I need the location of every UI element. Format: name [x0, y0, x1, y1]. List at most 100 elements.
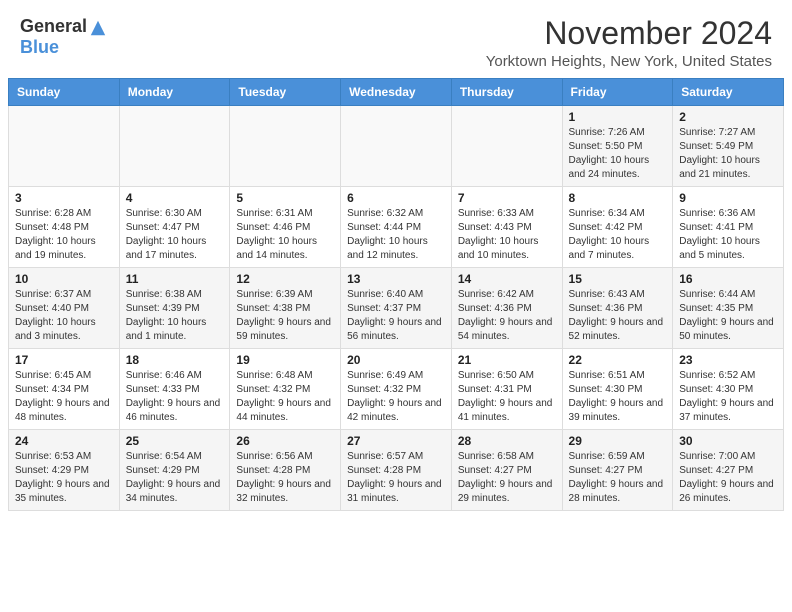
calendar-day-cell: 7Sunrise: 6:33 AMSunset: 4:43 PMDaylight…: [451, 187, 562, 268]
calendar-header-row: SundayMondayTuesdayWednesdayThursdayFrid…: [9, 79, 784, 106]
calendar-day-cell: 20 Sunrise: 6:49 AMSunset: 4:32 PMDayligh…: [341, 349, 452, 430]
day-number: 26: [236, 434, 334, 448]
day-number: 20: [347, 353, 445, 367]
calendar-table: SundayMondayTuesdayWednesdayThursdayFrid…: [8, 78, 784, 511]
day-info: Sunrise: 6:56 AMSunset: 4:28 PMDaylight:…: [236, 450, 334, 506]
calendar-day-cell: 28 Sunrise: 6:58 AMSunset: 4:27 PMDayligh…: [451, 430, 562, 511]
page-header: General Blue November 2024 Yorktown Heig…: [0, 0, 792, 78]
day-number: 28: [458, 434, 556, 448]
day-number: 11: [126, 272, 224, 286]
day-number: 4: [126, 191, 224, 205]
weekday-header-wednesday: Wednesday: [341, 79, 452, 106]
day-number: 29: [569, 434, 667, 448]
location-text: Yorktown Heights, New York, United State…: [486, 53, 772, 70]
day-info: Sunrise: 6:37 AMSunset: 4:40 PMDaylight:…: [15, 288, 113, 344]
calendar-day-cell: 14 Sunrise: 6:42 AMSunset: 4:36 PMDayligh…: [451, 268, 562, 349]
day-info: Sunrise: 6:51 AMSunset: 4:30 PMDaylight:…: [569, 369, 667, 425]
day-info: Sunrise: 6:43 AMSunset: 4:36 PMDaylight:…: [569, 288, 667, 344]
weekday-header-sunday: Sunday: [9, 79, 120, 106]
calendar-day-cell: 25 Sunrise: 6:54 AMSunset: 4:29 PMDayligh…: [119, 430, 230, 511]
calendar-day-cell: 3Sunrise: 6:28 AMSunset: 4:48 PMDaylight…: [9, 187, 120, 268]
day-number: 2: [679, 110, 777, 124]
logo: General Blue: [20, 16, 107, 58]
calendar-day-cell: 9 Sunrise: 6:36 AMSunset: 4:41 PMDaylight…: [673, 187, 784, 268]
day-number: 12: [236, 272, 334, 286]
day-info: Sunrise: 6:42 AMSunset: 4:36 PMDaylight:…: [458, 288, 556, 344]
day-info: Sunrise: 6:58 AMSunset: 4:27 PMDaylight:…: [458, 450, 556, 506]
calendar-day-cell: [119, 106, 230, 187]
day-number: 22: [569, 353, 667, 367]
day-info: Sunrise: 6:50 AMSunset: 4:31 PMDaylight:…: [458, 369, 556, 425]
calendar-day-cell: 17 Sunrise: 6:45 AMSunset: 4:34 PMDayligh…: [9, 349, 120, 430]
day-number: 24: [15, 434, 113, 448]
day-info: Sunrise: 6:54 AMSunset: 4:29 PMDaylight:…: [126, 450, 224, 506]
day-info: Sunrise: 6:45 AMSunset: 4:34 PMDaylight:…: [15, 369, 113, 425]
day-number: 10: [15, 272, 113, 286]
day-number: 3: [15, 191, 113, 205]
day-info: Sunrise: 6:34 AMSunset: 4:42 PMDaylight:…: [569, 207, 667, 263]
calendar-day-cell: 26 Sunrise: 6:56 AMSunset: 4:28 PMDayligh…: [230, 430, 341, 511]
day-info: Sunrise: 6:57 AMSunset: 4:28 PMDaylight:…: [347, 450, 445, 506]
day-info: Sunrise: 6:36 AMSunset: 4:41 PMDaylight:…: [679, 207, 777, 263]
day-info: Sunrise: 6:38 AMSunset: 4:39 PMDaylight:…: [126, 288, 224, 344]
weekday-header-monday: Monday: [119, 79, 230, 106]
calendar-day-cell: 21 Sunrise: 6:50 AMSunset: 4:31 PMDayligh…: [451, 349, 562, 430]
calendar-day-cell: 23Sunrise: 6:52 AMSunset: 4:30 PMDayligh…: [673, 349, 784, 430]
calendar-day-cell: 30 Sunrise: 7:00 AMSunset: 4:27 PMDayligh…: [673, 430, 784, 511]
weekday-header-tuesday: Tuesday: [230, 79, 341, 106]
day-info: Sunrise: 7:27 AMSunset: 5:49 PMDaylight:…: [679, 126, 777, 182]
weekday-header-saturday: Saturday: [673, 79, 784, 106]
calendar-day-cell: 2 Sunrise: 7:27 AMSunset: 5:49 PMDaylight…: [673, 106, 784, 187]
day-number: 18: [126, 353, 224, 367]
day-info: Sunrise: 6:31 AMSunset: 4:46 PMDaylight:…: [236, 207, 334, 263]
calendar-day-cell: 22 Sunrise: 6:51 AMSunset: 4:30 PMDayligh…: [562, 349, 673, 430]
weekday-header-friday: Friday: [562, 79, 673, 106]
day-info: Sunrise: 6:53 AMSunset: 4:29 PMDaylight:…: [15, 450, 113, 506]
day-info: Sunrise: 7:00 AMSunset: 4:27 PMDaylight:…: [679, 450, 777, 506]
title-section: November 2024 Yorktown Heights, New York…: [486, 16, 772, 70]
day-number: 27: [347, 434, 445, 448]
calendar-day-cell: 29 Sunrise: 6:59 AMSunset: 4:27 PMDayligh…: [562, 430, 673, 511]
day-number: 15: [569, 272, 667, 286]
calendar-day-cell: 8Sunrise: 6:34 AMSunset: 4:42 PMDaylight…: [562, 187, 673, 268]
calendar-day-cell: [341, 106, 452, 187]
calendar-day-cell: [230, 106, 341, 187]
day-number: 16: [679, 272, 777, 286]
day-info: Sunrise: 6:30 AMSunset: 4:47 PMDaylight:…: [126, 207, 224, 263]
day-number: 14: [458, 272, 556, 286]
calendar-wrapper: SundayMondayTuesdayWednesdayThursdayFrid…: [0, 78, 792, 519]
day-number: 5: [236, 191, 334, 205]
day-number: 30: [679, 434, 777, 448]
day-number: 19: [236, 353, 334, 367]
weekday-header-thursday: Thursday: [451, 79, 562, 106]
logo-icon: [89, 19, 107, 37]
calendar-day-cell: 13Sunrise: 6:40 AMSunset: 4:37 PMDayligh…: [341, 268, 452, 349]
day-number: 7: [458, 191, 556, 205]
day-info: Sunrise: 6:44 AMSunset: 4:35 PMDaylight:…: [679, 288, 777, 344]
calendar-day-cell: 6Sunrise: 6:32 AMSunset: 4:44 PMDaylight…: [341, 187, 452, 268]
day-number: 21: [458, 353, 556, 367]
calendar-week-row: 10 Sunrise: 6:37 AMSunset: 4:40 PMDayligh…: [9, 268, 784, 349]
day-info: Sunrise: 6:46 AMSunset: 4:33 PMDaylight:…: [126, 369, 224, 425]
calendar-week-row: 24 Sunrise: 6:53 AMSunset: 4:29 PMDayligh…: [9, 430, 784, 511]
day-number: 17: [15, 353, 113, 367]
day-info: Sunrise: 6:40 AMSunset: 4:37 PMDaylight:…: [347, 288, 445, 344]
calendar-day-cell: 18 Sunrise: 6:46 AMSunset: 4:33 PMDayligh…: [119, 349, 230, 430]
day-info: Sunrise: 6:49 AMSunset: 4:32 PMDaylight:…: [347, 369, 445, 425]
calendar-day-cell: 27 Sunrise: 6:57 AMSunset: 4:28 PMDayligh…: [341, 430, 452, 511]
day-info: Sunrise: 6:48 AMSunset: 4:32 PMDaylight:…: [236, 369, 334, 425]
day-number: 25: [126, 434, 224, 448]
calendar-day-cell: 24 Sunrise: 6:53 AMSunset: 4:29 PMDayligh…: [9, 430, 120, 511]
calendar-week-row: 1Sunrise: 7:26 AMSunset: 5:50 PMDaylight…: [9, 106, 784, 187]
day-number: 9: [679, 191, 777, 205]
calendar-day-cell: 5 Sunrise: 6:31 AMSunset: 4:46 PMDaylight…: [230, 187, 341, 268]
calendar-week-row: 3Sunrise: 6:28 AMSunset: 4:48 PMDaylight…: [9, 187, 784, 268]
day-number: 23: [679, 353, 777, 367]
calendar-day-cell: 10 Sunrise: 6:37 AMSunset: 4:40 PMDayligh…: [9, 268, 120, 349]
calendar-day-cell: 4 Sunrise: 6:30 AMSunset: 4:47 PMDaylight…: [119, 187, 230, 268]
calendar-day-cell: [451, 106, 562, 187]
day-number: 1: [569, 110, 667, 124]
day-info: Sunrise: 6:59 AMSunset: 4:27 PMDaylight:…: [569, 450, 667, 506]
calendar-day-cell: 16 Sunrise: 6:44 AMSunset: 4:35 PMDayligh…: [673, 268, 784, 349]
calendar-day-cell: 11 Sunrise: 6:38 AMSunset: 4:39 PMDayligh…: [119, 268, 230, 349]
